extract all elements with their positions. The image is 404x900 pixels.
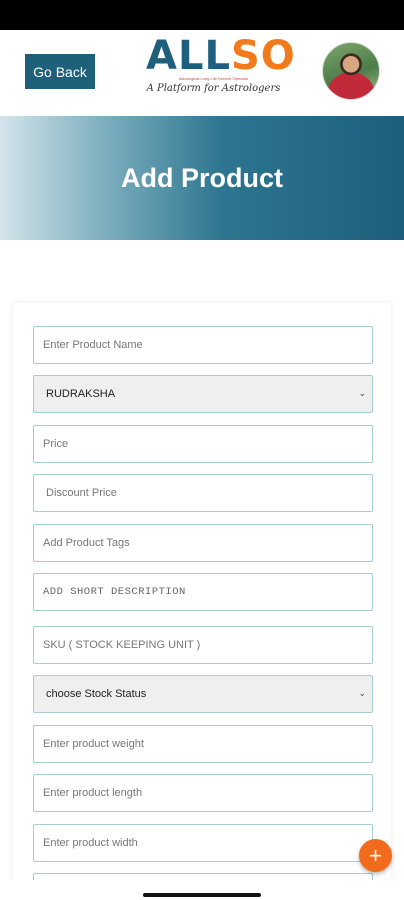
product-width-input[interactable]: Enter product width (33, 824, 373, 862)
stock-status-select-value: choose Stock Status (46, 688, 147, 700)
stock-status-select[interactable]: choose Stock Status ⌄ (33, 675, 373, 713)
page-banner: Add Product (0, 116, 404, 240)
allso-logo: ALLSO Astrological Long Life Service Ope… (146, 33, 296, 108)
logo-tagline: A Platform for Astrologers (146, 83, 281, 94)
product-name-input[interactable]: Enter Product Name (33, 326, 373, 364)
navigation-bar (0, 880, 404, 900)
price-input[interactable]: Price (33, 425, 373, 463)
add-fab-button[interactable]: + (359, 839, 392, 872)
logo-wordmark: ALLSO (146, 33, 296, 79)
product-length-input[interactable]: Enter product length (33, 774, 373, 812)
chevron-down-icon: ⌄ (358, 688, 366, 698)
home-indicator[interactable] (143, 893, 261, 897)
short-description-input[interactable]: ADD SHORT DESCRIPTION (33, 573, 373, 611)
product-weight-input[interactable]: Enter product weight (33, 725, 373, 763)
status-bar (0, 0, 404, 30)
category-select[interactable]: RUDRAKSHA ⌄ (33, 375, 373, 413)
category-select-value: RUDRAKSHA (46, 388, 116, 400)
profile-avatar[interactable] (322, 42, 380, 100)
product-tags-input[interactable]: Add Product Tags (33, 524, 373, 562)
page-title: Add Product (121, 162, 283, 193)
discount-price-input[interactable]: Discount Price (33, 474, 373, 512)
app-header: Go Back ALLSO Astrological Long Life Ser… (0, 30, 404, 116)
chevron-down-icon: ⌄ (358, 388, 366, 398)
sku-input[interactable]: SKU ( STOCK KEEPING UNIT ) (33, 626, 373, 664)
go-back-button[interactable]: Go Back (25, 54, 95, 89)
